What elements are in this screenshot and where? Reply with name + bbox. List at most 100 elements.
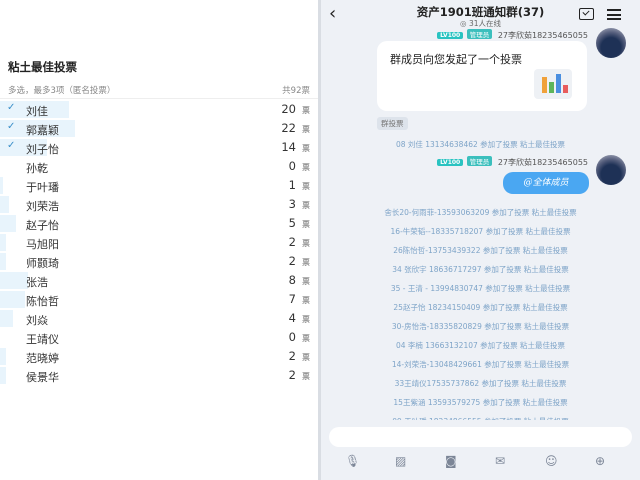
option-name: 师颢琦 (26, 257, 59, 270)
vote-join-log: 30-房怡浩-18335820829 参加了投票 粘土最佳投票 (391, 322, 570, 331)
option-count: 20 (281, 102, 296, 116)
vote-join-log: 08 刘佳 13134638462 参加了投票 粘土最佳投票 (395, 140, 566, 149)
option-name: 侯景华 (26, 371, 59, 384)
vote-share-bar (0, 291, 25, 308)
vote-rules: 多选，最多3项（匿名投票） (8, 86, 116, 96)
sender-name: 27李欣茹18235465055 (497, 158, 588, 167)
option-count: 2 (288, 349, 296, 363)
vote-card-text: 群成员向您发起了一个投票 (390, 53, 522, 66)
vote-option-row: 刘焱 4 票 (0, 309, 318, 328)
option-name: 刘焱 (26, 314, 48, 327)
option-name: 刘子怡 (26, 143, 59, 156)
option-count: 0 (288, 330, 296, 344)
camera-icon[interactable]: ◙ (445, 454, 457, 468)
vote-unit: 票 (302, 334, 310, 343)
vote-join-log: 04 李楠 13663132107 参加了投票 粘土最佳投票 (395, 341, 566, 350)
red-packet-icon[interactable]: ✉ (495, 454, 505, 468)
option-name: 马旭阳 (26, 238, 59, 251)
vote-option-row: 赵子怡 5 票 (0, 214, 318, 233)
vote-unit: 票 (302, 258, 310, 267)
admin-badge: 管理员 (466, 29, 493, 39)
option-name: 陈怡哲 (26, 295, 59, 308)
vote-tag: 群投票 (377, 117, 408, 130)
avatar[interactable] (596, 155, 626, 185)
option-count: 5 (288, 216, 296, 230)
emoji-icon[interactable]: ☺ (545, 454, 558, 468)
option-count: 3 (288, 197, 296, 211)
option-name: 张浩 (26, 276, 48, 289)
option-count: 2 (288, 235, 296, 249)
vote-option-row: ✓ 郭嘉颖 22 票 (0, 119, 318, 138)
option-name: 于叶璠 (26, 181, 59, 194)
vote-option-row: 刘荣浩 3 票 (0, 195, 318, 214)
vote-unit: 票 (302, 125, 310, 134)
vote-unit: 票 (302, 220, 310, 229)
vote-unit: 票 (302, 144, 310, 153)
vote-option-row: 陈怡哲 7 票 (0, 290, 318, 309)
vote-unit: 票 (302, 239, 310, 248)
vote-option-row: 王靖仪 0 票 (0, 328, 318, 347)
plus-icon[interactable]: ⊕ (595, 454, 605, 468)
vote-join-log: 15王紫涵 13593579275 参加了投票 粘土最佳投票 (393, 398, 568, 407)
level-badge: LV100 (437, 159, 464, 166)
message-sender: LV100 管理员 27李欣茹18235465055 (437, 29, 588, 41)
vote-option-list: ✓ 刘佳 20 票 ✓ 郭嘉颖 22 票 ✓ 刘子怡 14 票孙乾 0 票于叶璠 1 票刘荣浩 3 票赵子怡 5 票马… (0, 100, 318, 385)
message-sender: LV100 管理员 27李欣茹18235465055 (437, 156, 588, 168)
divider-line (0, 98, 318, 99)
image-icon[interactable]: ▨ (395, 454, 406, 468)
online-count-text: 31人在线 (468, 19, 501, 28)
vote-share-bar (0, 196, 9, 213)
vote-results-panel: 粘土最佳投票 多选，最多3项（匿名投票） 共92票 ✓ 刘佳 20 票 ✓ 郭嘉颖 22 票 ✓… (0, 0, 318, 480)
avatar[interactable] (596, 28, 626, 58)
vote-unit: 票 (302, 315, 310, 324)
sender-name: 27李欣茹18235465055 (497, 31, 588, 40)
option-count: 2 (288, 254, 296, 268)
vote-option-row: 侯景华 2 票 (0, 366, 318, 385)
level-badge: LV100 (437, 32, 464, 39)
vote-card[interactable]: 群成员向您发起了一个投票 (377, 41, 587, 111)
vote-option-row: ✓ 刘佳 20 票 (0, 100, 318, 119)
option-name: 刘佳 (26, 105, 48, 118)
vote-join-log: 16-牛荣韬--18335718207 参加了投票 粘土最佳投票 (390, 227, 571, 236)
chat-header: ‹ 资产1901班通知群(37) ◎ 31人在线 (321, 0, 640, 32)
check-icon: ✓ (7, 121, 16, 132)
vote-option-row: 于叶璠 1 票 (0, 176, 318, 195)
message-input[interactable] (329, 427, 632, 447)
vote-option-row: 孙乾 0 票 (0, 157, 318, 176)
vote-unit: 票 (302, 353, 310, 362)
option-name: 范晓婷 (26, 352, 59, 365)
vote-share-bar (0, 253, 6, 270)
vote-join-log: 34 张欣宇 18636717297 参加了投票 粘土最佳投票 (392, 265, 569, 274)
option-count: 0 (288, 159, 296, 173)
option-count: 1 (288, 178, 296, 192)
check-icon: ✓ (7, 102, 16, 113)
mention-all-sticker[interactable]: @全体成员 (503, 172, 589, 194)
vote-unit: 票 (302, 182, 310, 191)
bar-chart-icon (534, 69, 572, 99)
vote-share-bar (0, 272, 28, 289)
vote-option-row: ✓ 刘子怡 14 票 (0, 138, 318, 157)
vote-share-bar (0, 177, 3, 194)
check-icon: ✓ (7, 140, 16, 151)
vote-unit: 票 (302, 106, 310, 115)
vote-join-log: 26陈怡哲-13753439322 参加了投票 粘土最佳投票 (393, 246, 568, 255)
vote-join-log: 14-刘荣浩-13048429661 参加了投票 粘土最佳投票 (391, 360, 570, 369)
calendar-check-icon[interactable] (579, 8, 594, 20)
option-count: 4 (288, 311, 296, 325)
option-name: 赵子怡 (26, 219, 59, 232)
vote-share-bar (0, 310, 13, 327)
menu-icon[interactable] (607, 9, 621, 20)
option-count: 14 (281, 140, 296, 154)
vote-unit: 票 (302, 296, 310, 305)
vote-option-row: 范晓婷 2 票 (0, 347, 318, 366)
vote-share-bar (0, 215, 16, 232)
vote-title: 粘土最佳投票 (8, 60, 77, 74)
vote-option-row: 马旭阳 2 票 (0, 233, 318, 252)
microphone-icon[interactable]: 🎙 (345, 454, 360, 468)
option-count: 7 (288, 292, 296, 306)
option-name: 郭嘉颖 (26, 124, 59, 137)
vote-unit: 票 (302, 163, 310, 172)
option-count: 22 (281, 121, 296, 135)
vote-join-log: 舍长20-何雨菲-13593063209 参加了投票 粘土最佳投票 (384, 208, 577, 217)
vote-share-bar (0, 348, 6, 365)
